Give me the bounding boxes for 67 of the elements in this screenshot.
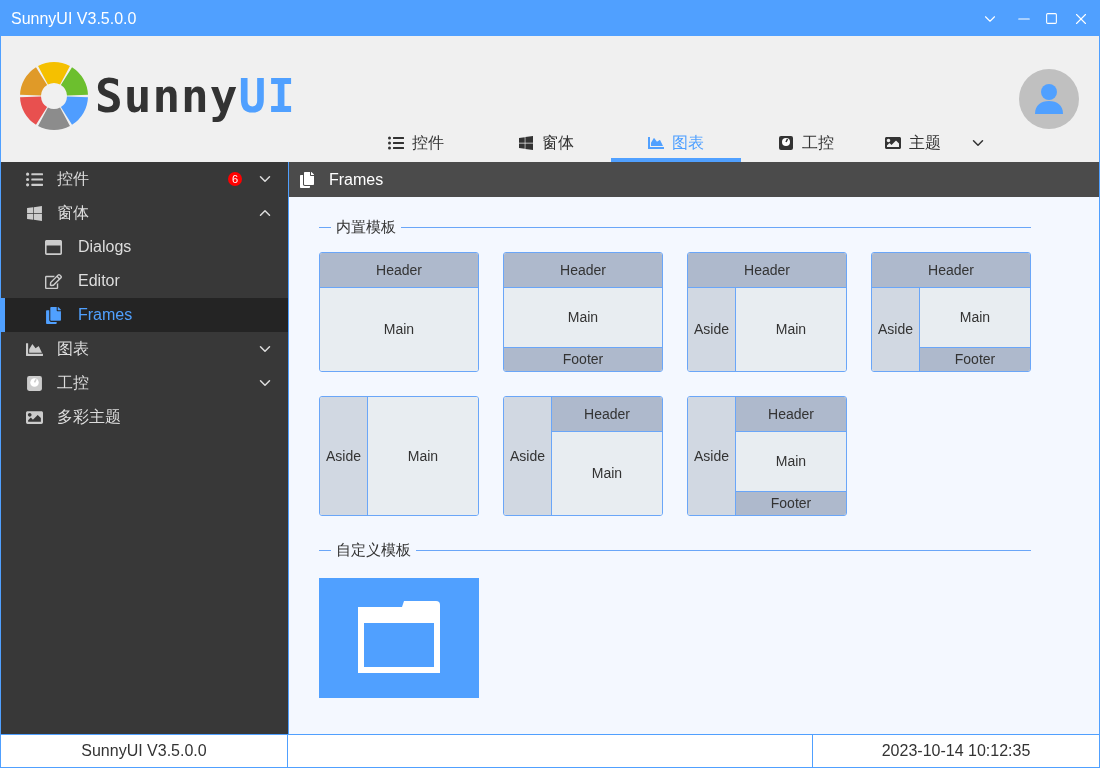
sidebar-item[interactable]: 多彩主题 [1,400,288,434]
footer-region: Footer [736,491,846,515]
frame-template-card[interactable]: Aside Header Main [503,396,663,516]
copy-icon [45,306,62,324]
main-region: Main [920,288,1030,347]
sidebar-subitem[interactable]: Frames [1,298,288,332]
frame-template-card[interactable]: Aside Header Main Footer [687,396,847,516]
aside-region: Aside [688,397,736,515]
logo-text: SunnyUI [95,67,296,125]
nav-tab[interactable]: 窗体 [481,128,611,162]
avatar[interactable] [1019,69,1079,129]
header-region: Header [688,253,846,288]
aside-region: Aside [872,288,920,371]
sidebar-subitem[interactable]: Editor [1,264,288,298]
gauge-icon [778,135,794,151]
frame-template-card[interactable]: Header Aside Main [687,252,847,372]
sidebar-subitem[interactable]: Dialogs [1,230,288,264]
header-region: Header [320,253,478,288]
maximize-icon[interactable] [1045,12,1058,25]
footer-region: Footer [504,347,662,371]
windows-icon [26,204,43,222]
area-chart-icon [26,340,43,358]
header-region: Header [504,253,662,288]
main-region: Main [736,432,846,491]
windows-icon [518,135,534,151]
user-icon [1034,83,1064,115]
header-region: Header [552,397,662,432]
aside-region: Aside [504,397,552,515]
section-title: 自定义模板 [335,539,412,560]
footer-region: Footer [920,347,1030,371]
status-version: SunnyUI V3.5.0.0 [1,735,288,767]
area-chart-icon [648,135,664,151]
frame-template-card[interactable]: Aside Main [319,396,479,516]
notification-badge: 6 [228,172,242,186]
image-icon [26,408,43,426]
edit-icon [45,272,62,290]
custom-template-tile[interactable] [319,578,479,698]
main-region: Main [320,288,478,371]
frame-template-card[interactable]: Header Main Footer [503,252,663,372]
sidebar-item[interactable]: 窗体 [1,196,288,230]
nav-tab[interactable]: 控件 [351,128,481,162]
nav-tab[interactable]: 工控 [741,128,871,162]
header-region: Header [872,253,1030,288]
section-title: 内置模板 [335,216,397,237]
list-icon [388,135,404,151]
main-region: Main [368,397,478,515]
window-icon [45,238,62,256]
header-region: Header [736,397,846,432]
main-region: Main [736,288,846,371]
aside-region: Aside [320,397,368,515]
frame-template-card[interactable]: Header Main [319,252,479,372]
list-icon [26,170,43,188]
status-datetime: 2023-10-14 10:12:35 [880,741,1032,761]
main-region: Main [504,288,662,347]
logo-wheel-icon [19,61,89,131]
page-title: Frames [329,169,384,190]
aside-region: Aside [688,288,736,371]
sidebar-item[interactable]: 控件 6 [1,162,288,196]
window-title: SunnyUI V3.5.0.0 [11,8,137,29]
frame-template-card[interactable]: Header Aside Main Footer [871,252,1031,372]
copy-icon [299,171,315,188]
main-region: Main [552,432,662,515]
sidebar-item[interactable]: 工控 [1,366,288,400]
sidebar-item[interactable]: 图表 [1,332,288,366]
image-icon [885,135,901,151]
gauge-icon [26,374,43,392]
nav-tab[interactable]: 主题 [871,128,1001,162]
